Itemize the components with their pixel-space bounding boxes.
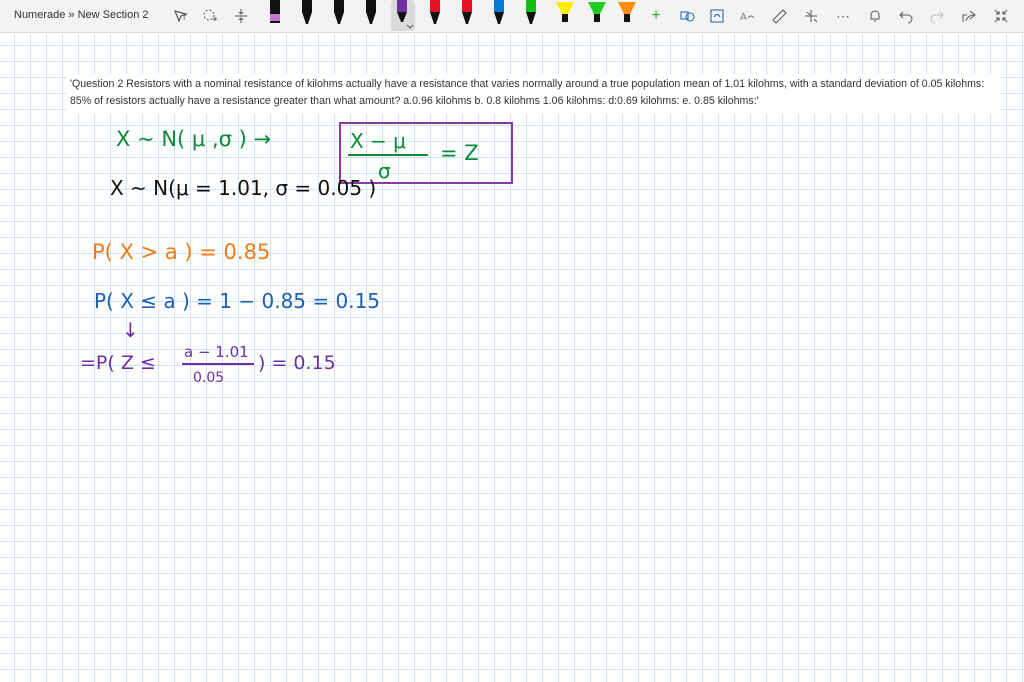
ink-line5-right: ) = 0.15: [258, 352, 336, 374]
ink-line2: X ~ N(μ = 1.01, σ = 0.05 ): [110, 176, 376, 200]
ink-line5-num: a − 1.01: [184, 343, 249, 361]
ink-line5-left: =P( Z ≤: [80, 352, 156, 374]
ink-line1-eq: = Z: [440, 141, 479, 165]
handwriting-layer: X ~ N( μ ,σ ) → X − μ σ = Z X ~ N(μ = 1.…: [80, 122, 513, 386]
ink-line1-den: σ: [378, 159, 391, 183]
ink-line4: P( X ≤ a ) = 1 − 0.85 = 0.15: [94, 289, 380, 313]
ink-line5-den: 0.05: [193, 370, 224, 386]
ink-line1-num: X − μ: [350, 129, 406, 153]
ink-arrow: ↓: [122, 318, 139, 342]
ink-line1-left: X ~ N( μ ,σ ) →: [116, 127, 271, 151]
ink-line3: P( X > a ) = 0.85: [92, 240, 270, 264]
